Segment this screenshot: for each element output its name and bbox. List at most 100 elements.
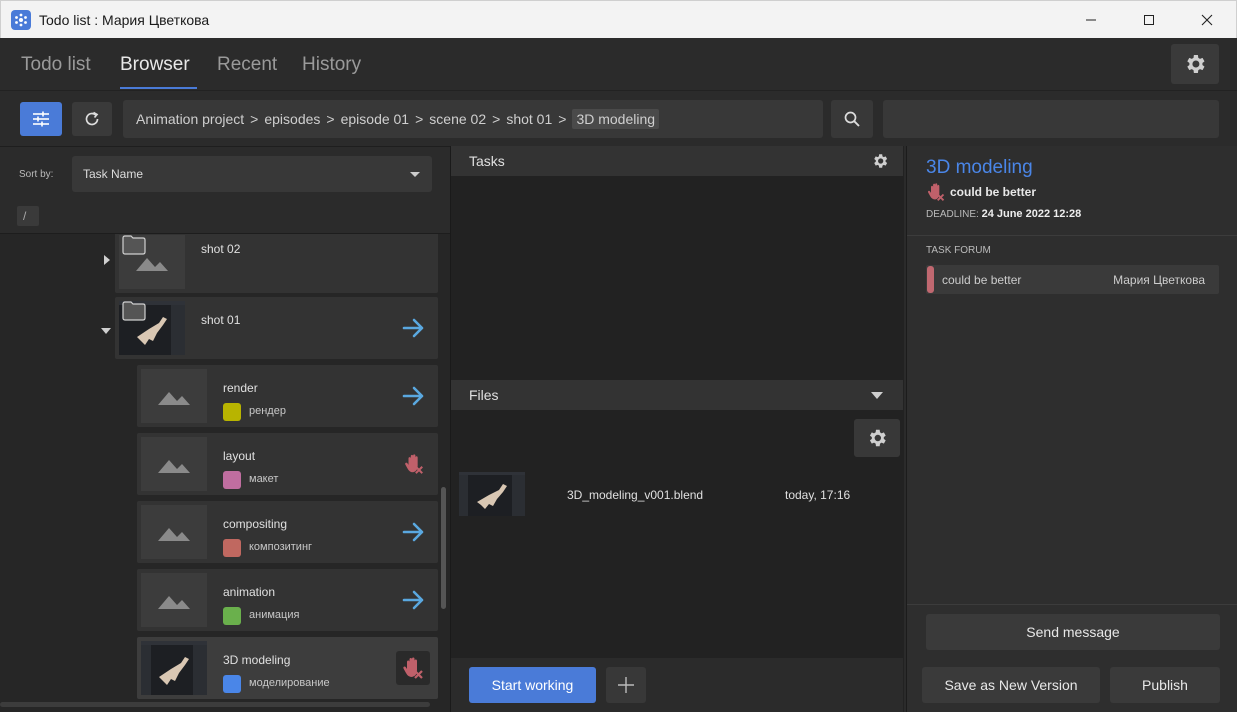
task-status-label: рендер (249, 405, 286, 417)
deadline-value: 24 June 2022 12:28 (981, 208, 1082, 220)
sort-select[interactable]: Task Name (72, 156, 432, 192)
start-working-button[interactable]: Start working (469, 667, 596, 703)
tree-row-task[interactable]: render рендер (137, 365, 438, 427)
breadcrumb-item[interactable]: Animation project (136, 111, 244, 127)
folder-icon (122, 301, 146, 321)
send-message-button[interactable]: Send message (926, 614, 1220, 650)
task-deadline: DEADLINE: 24 June 2022 12:28 (926, 208, 1081, 220)
task-name: layout (223, 449, 256, 463)
task-detail-panel: 3D modeling could be better DEADLINE: 24… (906, 146, 1237, 712)
forum-message[interactable]: could be better Мария Цветкова (926, 265, 1219, 294)
breadcrumb-current[interactable]: 3D modeling (572, 109, 660, 129)
tree-row-task[interactable]: animation анимация (137, 569, 438, 631)
tree-row-task[interactable]: compositing композитинг (137, 501, 438, 563)
settings-button[interactable] (1171, 44, 1219, 84)
breadcrumb-separator: > (492, 111, 501, 127)
tree-row-task-selected[interactable]: 3D modeling моделирование (137, 637, 438, 699)
task-name: render (223, 381, 258, 395)
blender-preview-icon (141, 641, 207, 695)
breadcrumb-separator: > (250, 111, 259, 127)
filter-button[interactable] (20, 102, 62, 136)
breadcrumb-item[interactable]: episode 01 (341, 111, 410, 127)
add-button[interactable] (606, 667, 646, 703)
tasks-header-title: Tasks (469, 153, 505, 169)
status-badge[interactable] (396, 651, 430, 685)
arrow-right-icon (402, 522, 424, 542)
file-row[interactable]: 3D_modeling_v001.blend today, 17:16 (459, 472, 899, 516)
save-new-version-button[interactable]: Save as New Version (922, 667, 1100, 703)
task-name: compositing (223, 517, 288, 531)
folder-icon (122, 235, 146, 255)
files-header-title: Files (469, 387, 499, 403)
divider (907, 604, 1237, 605)
thumbnail-placeholder (141, 437, 207, 491)
status-color-swatch (223, 471, 241, 489)
tab-browser[interactable]: Browser (120, 54, 190, 76)
image-placeholder-icon (158, 596, 190, 609)
status-color-swatch (223, 539, 241, 557)
breadcrumb-item[interactable]: episodes (264, 111, 320, 127)
search-input[interactable] (883, 100, 1219, 138)
task-status-label: анимация (249, 609, 300, 621)
gear-icon (869, 429, 886, 447)
status-color-swatch (223, 607, 241, 625)
entity-tree: shot 02 shot 01 render рендер layout мак… (0, 233, 450, 712)
app-logo-icon (11, 9, 31, 30)
minimize-button[interactable] (1062, 1, 1120, 38)
task-name: animation (223, 585, 276, 599)
forum-label: TASK FORUM (926, 245, 991, 256)
breadcrumb-item[interactable]: scene 02 (429, 111, 486, 127)
message-author: Мария Цветкова (1113, 273, 1205, 287)
main-tabs: Todo list Browser Recent History (0, 38, 1237, 90)
tree-row-task[interactable]: layout макет (137, 433, 438, 495)
search-button[interactable] (831, 100, 873, 138)
tab-todo-list[interactable]: Todo list (21, 54, 91, 76)
collapse-arrow-icon[interactable] (100, 327, 112, 335)
sort-value: Task Name (83, 167, 144, 181)
task-status-label: макет (249, 473, 279, 485)
arrow-right-icon (402, 318, 424, 338)
gear-icon[interactable] (871, 152, 889, 170)
search-icon (844, 111, 860, 127)
tab-recent[interactable]: Recent (217, 54, 277, 76)
tasks-files-panel: Tasks Files 3D_modeling_v001.blend today… (450, 146, 904, 712)
tab-history[interactable]: History (302, 54, 361, 76)
path-root[interactable]: / (17, 206, 39, 226)
task-status-text: could be better (950, 185, 1037, 199)
close-button[interactable] (1178, 1, 1236, 38)
deadline-label: DEADLINE: (926, 209, 979, 220)
expand-arrow-icon[interactable] (103, 254, 111, 266)
browser-toolbar: Animation project > episodes > episode 0… (0, 90, 1237, 146)
tree-scrollbar[interactable] (441, 487, 446, 609)
breadcrumb-separator: > (415, 111, 424, 127)
blender-preview-icon (459, 472, 525, 516)
refresh-icon (85, 111, 99, 126)
image-placeholder-icon (158, 528, 190, 541)
status-color-swatch (223, 675, 241, 693)
files-header[interactable]: Files (451, 380, 903, 410)
breadcrumb-separator: > (558, 111, 567, 127)
divider (907, 235, 1237, 236)
tree-row-title: shot 01 (201, 313, 241, 327)
thumbnail-placeholder (141, 573, 207, 627)
tree-row-shot[interactable]: shot 02 (115, 234, 438, 293)
task-actions-bar: Start working (451, 658, 903, 712)
files-settings-button[interactable] (854, 419, 900, 457)
tasks-header: Tasks (451, 146, 903, 176)
minimize-icon (1086, 19, 1096, 20)
breadcrumb-item[interactable]: shot 01 (506, 111, 552, 127)
task-title: 3D modeling (926, 157, 1033, 178)
gear-icon (1187, 55, 1205, 73)
thumbnail-placeholder (141, 505, 207, 559)
task-status-label: моделирование (249, 677, 330, 689)
tree-row-shot[interactable]: shot 01 (115, 297, 438, 359)
publish-button[interactable]: Publish (1110, 667, 1220, 703)
file-date: today, 17:16 (785, 488, 851, 502)
hand-reject-icon (405, 454, 423, 474)
maximize-button[interactable] (1120, 1, 1178, 38)
refresh-button[interactable] (72, 102, 112, 136)
image-placeholder-icon (158, 392, 190, 405)
browser-tree-panel: Sort by: Task Name / shot 02 shot 01 ren… (0, 146, 450, 712)
tree-horizontal-scrollbar[interactable] (0, 702, 430, 707)
task-status-label: композитинг (249, 541, 313, 553)
